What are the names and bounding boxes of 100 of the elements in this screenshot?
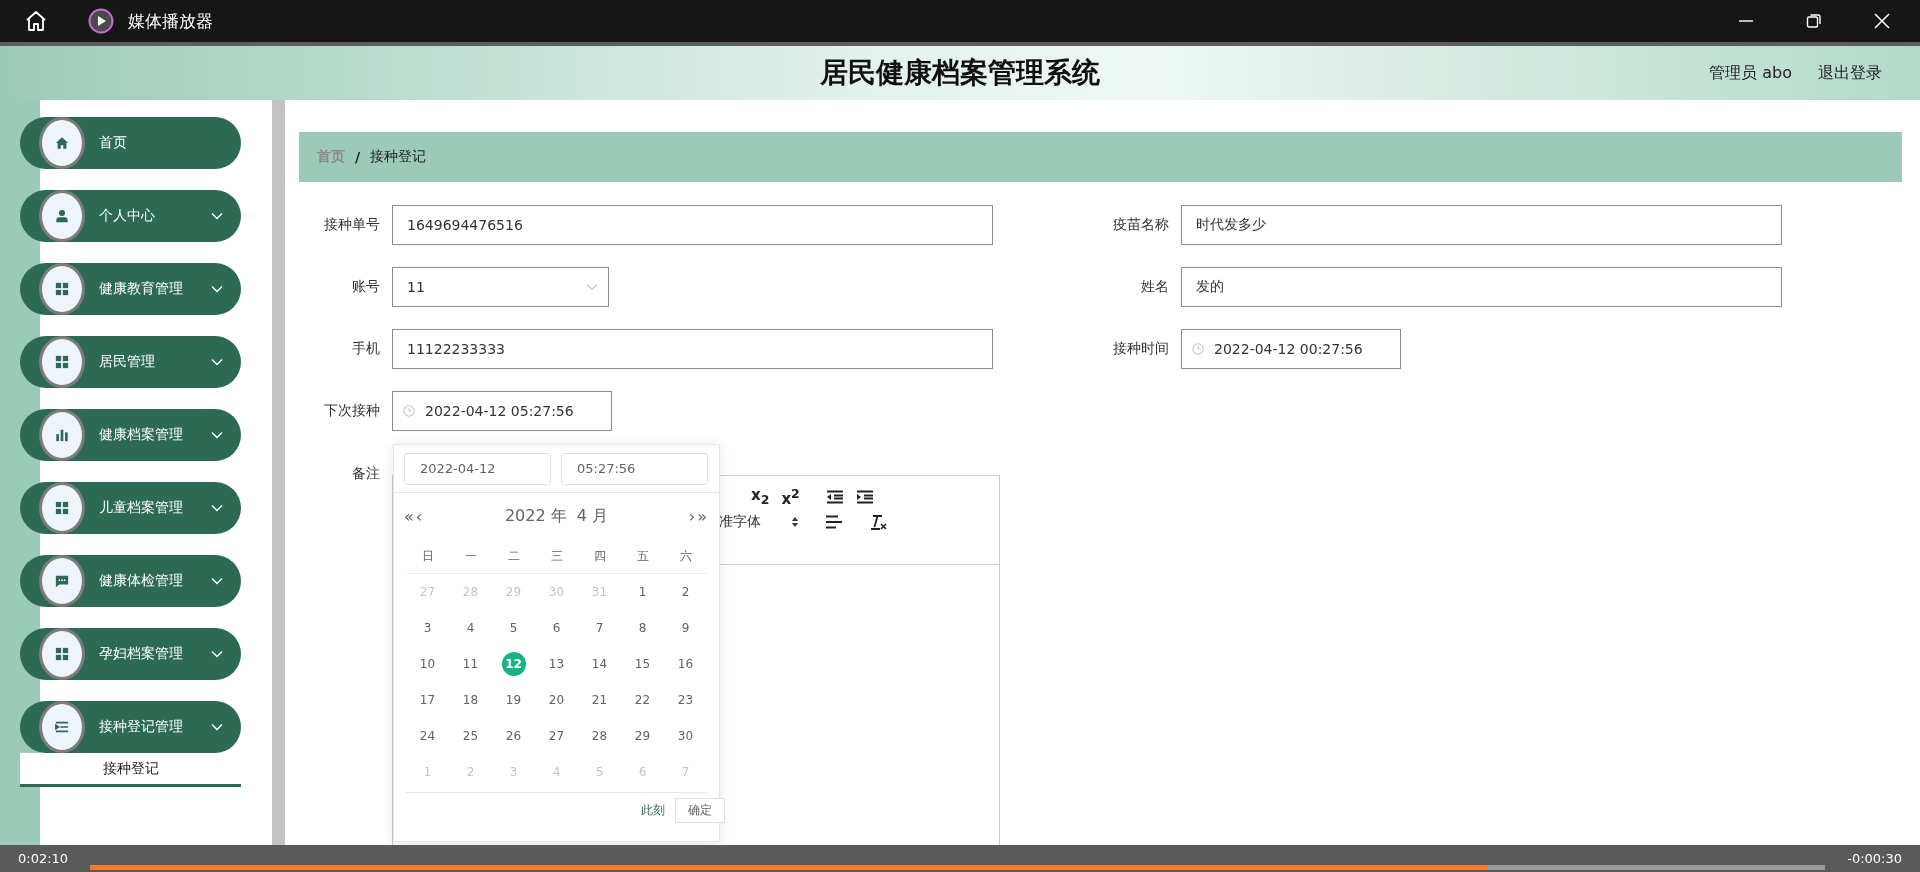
calendar-day[interactable]: 28: [587, 724, 612, 748]
field-label: 疫苗名称: [1112, 216, 1169, 234]
calendar-day[interactable]: 24: [415, 724, 440, 748]
breadcrumb-separator: /: [355, 149, 361, 165]
select-field[interactable]: 11: [392, 267, 609, 307]
font-select[interactable]: 准字体: [719, 512, 761, 531]
calendar-day[interactable]: 30: [673, 724, 698, 748]
chevron-down-icon: [211, 358, 223, 366]
grid-icon: [55, 355, 69, 369]
sidebar-item[interactable]: 个人中心: [20, 190, 241, 242]
chevron-down-icon: [211, 650, 223, 658]
weekday-label: 六: [679, 547, 692, 565]
field-label: 姓名: [1140, 278, 1169, 296]
scrollbar[interactable]: [272, 100, 285, 845]
calendar-day[interactable]: 13: [544, 652, 569, 676]
submenu-item[interactable]: 接种登记: [20, 753, 241, 787]
grid-icon: [55, 647, 69, 661]
weekday-label: 一: [464, 547, 477, 565]
calendar-day[interactable]: 10: [415, 652, 440, 676]
field-label: 下次接种: [323, 402, 380, 420]
clear-format-icon[interactable]: [869, 513, 887, 530]
weekday-label: 二: [507, 547, 520, 565]
calendar-day[interactable]: 21: [587, 688, 612, 712]
logout-link[interactable]: 退出登录: [1818, 62, 1882, 84]
calendar-day[interactable]: 11: [458, 652, 483, 676]
calendar-day[interactable]: 17: [415, 688, 440, 712]
calendar-day[interactable]: 8: [630, 616, 655, 640]
align-left-icon[interactable]: [825, 514, 843, 529]
input-field[interactable]: 1649694476516: [392, 205, 993, 245]
weekday-label: 日: [421, 547, 434, 565]
remaining-time: -0:00:30: [1847, 851, 1902, 866]
input-field[interactable]: 发的: [1181, 267, 1782, 307]
calendar-day[interactable]: 16: [673, 652, 698, 676]
sidebar-item[interactable]: 健康档案管理: [20, 409, 241, 461]
chevron-down-icon: [586, 283, 598, 291]
sidebar-item[interactable]: 接种登记管理: [20, 701, 241, 753]
restore-icon[interactable]: [1806, 13, 1822, 29]
input-field[interactable]: 11122233333: [392, 329, 993, 369]
home-icon: [55, 136, 69, 150]
close-icon[interactable]: [1874, 13, 1890, 29]
now-link[interactable]: 此刻: [641, 801, 665, 819]
calendar-day[interactable]: 23: [673, 688, 698, 712]
calendar-day[interactable]: 2: [673, 580, 698, 604]
outdent-icon[interactable]: [825, 489, 844, 504]
play-icon: [88, 8, 114, 34]
field-label: 接种时间: [1112, 340, 1169, 358]
sidebar-item[interactable]: 居民管理: [20, 336, 241, 388]
date-input[interactable]: 2022-04-12: [404, 452, 551, 485]
confirm-button[interactable]: 确定: [675, 797, 725, 823]
calendar-day[interactable]: 22: [630, 688, 655, 712]
grid-icon: [55, 282, 69, 296]
calendar-day[interactable]: 29: [630, 724, 655, 748]
weekday-label: 三: [550, 547, 563, 565]
script-button[interactable]: x$_{2}$: [751, 486, 770, 507]
field-label: 备注: [351, 465, 380, 483]
calendar-day[interactable]: 1: [630, 580, 655, 604]
calendar-day[interactable]: 5: [501, 616, 526, 640]
calendar-day[interactable]: 26: [501, 724, 526, 748]
sidebar-item[interactable]: 儿童档案管理: [20, 482, 241, 534]
sidebar-item[interactable]: 首页: [20, 117, 241, 169]
calendar-day[interactable]: 3: [415, 616, 440, 640]
calendar-day[interactable]: 6: [544, 616, 569, 640]
user-name: 管理员 abo: [1709, 62, 1792, 84]
next-month-button[interactable]: ›: [688, 506, 696, 526]
calendar-day[interactable]: 19: [501, 688, 526, 712]
weekday-label: 四: [593, 547, 606, 565]
calendar-day[interactable]: 25: [458, 724, 483, 748]
calendar-day[interactable]: 9: [673, 616, 698, 640]
calendar-day[interactable]: 15: [630, 652, 655, 676]
chevron-down-icon: [211, 723, 223, 731]
script-button[interactable]: x$^{2}$: [781, 485, 800, 508]
field-label: 手机: [351, 340, 380, 358]
calendar-day[interactable]: 4: [458, 616, 483, 640]
previous-month-button[interactable]: ‹: [415, 506, 423, 526]
input-field[interactable]: 时代发多少: [1181, 205, 1782, 245]
indent-icon[interactable]: [855, 489, 874, 504]
field-label: 账号: [351, 278, 380, 296]
calendar-day[interactable]: 7: [587, 616, 612, 640]
next-year-button[interactable]: »: [697, 506, 707, 526]
grid-icon: [55, 501, 69, 515]
calendar-day[interactable]: 20: [544, 688, 569, 712]
month-title: 2022 年 4 月: [503, 505, 610, 527]
sidebar-item[interactable]: 健康体检管理: [20, 555, 241, 607]
chevron-down-icon: [211, 504, 223, 512]
calendar-day[interactable]: 18: [458, 688, 483, 712]
clock-icon: [1192, 343, 1204, 355]
time-input[interactable]: 05:27:56: [561, 452, 708, 485]
chevron-down-icon: [211, 285, 223, 293]
date-field[interactable]: 2022-04-12 00:27:56: [1181, 329, 1401, 369]
previous-year-button[interactable]: «: [404, 506, 414, 526]
chevron-down-icon: [211, 431, 223, 439]
sidebar-item[interactable]: 孕妇档案管理: [20, 628, 241, 680]
date-field[interactable]: 2022-04-12 05:27:56: [392, 391, 612, 431]
calendar-day[interactable]: 27: [544, 724, 569, 748]
home-icon[interactable]: [24, 9, 48, 33]
field-label: 接种单号: [323, 216, 380, 234]
list-icon: [55, 720, 69, 734]
sidebar-item[interactable]: 健康教育管理: [20, 263, 241, 315]
calendar-day[interactable]: 14: [587, 652, 612, 676]
chat-icon: [55, 574, 69, 588]
